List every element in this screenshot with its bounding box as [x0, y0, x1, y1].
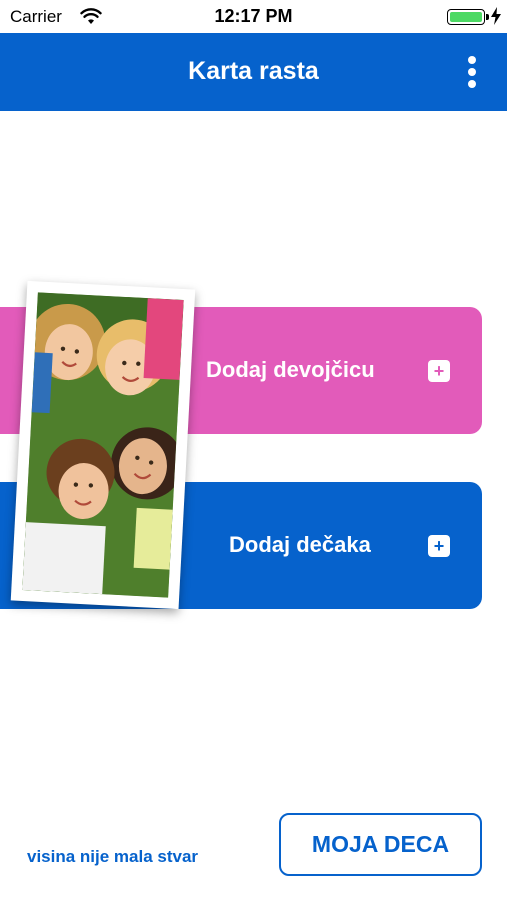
children-illustration — [22, 292, 184, 598]
app-screen: Carrier 12:17 PM Karta rasta Dodaj devoj… — [0, 0, 507, 900]
add-girl-label: Dodaj devojčicu — [206, 357, 375, 382]
charging-bolt-icon — [491, 7, 501, 25]
plus-icon: + — [428, 360, 450, 382]
battery-level — [450, 12, 482, 22]
status-bar: Carrier 12:17 PM — [0, 0, 507, 33]
children-photo-frame — [10, 280, 196, 610]
add-boy-label: Dodaj dečaka — [229, 532, 371, 557]
more-options-icon[interactable] — [460, 53, 484, 91]
battery-tip — [486, 14, 489, 20]
plus-icon: + — [428, 535, 450, 557]
app-slogan: visina nije mala stvar — [27, 847, 199, 866]
page-title: Karta rasta — [188, 57, 319, 85]
children-photo — [22, 292, 184, 598]
status-time: 12:17 PM — [214, 6, 293, 26]
battery-icon — [447, 9, 485, 25]
my-kids-button[interactable]: MOJA DECA — [279, 813, 482, 876]
navigation-bar: Karta rasta — [0, 33, 507, 111]
